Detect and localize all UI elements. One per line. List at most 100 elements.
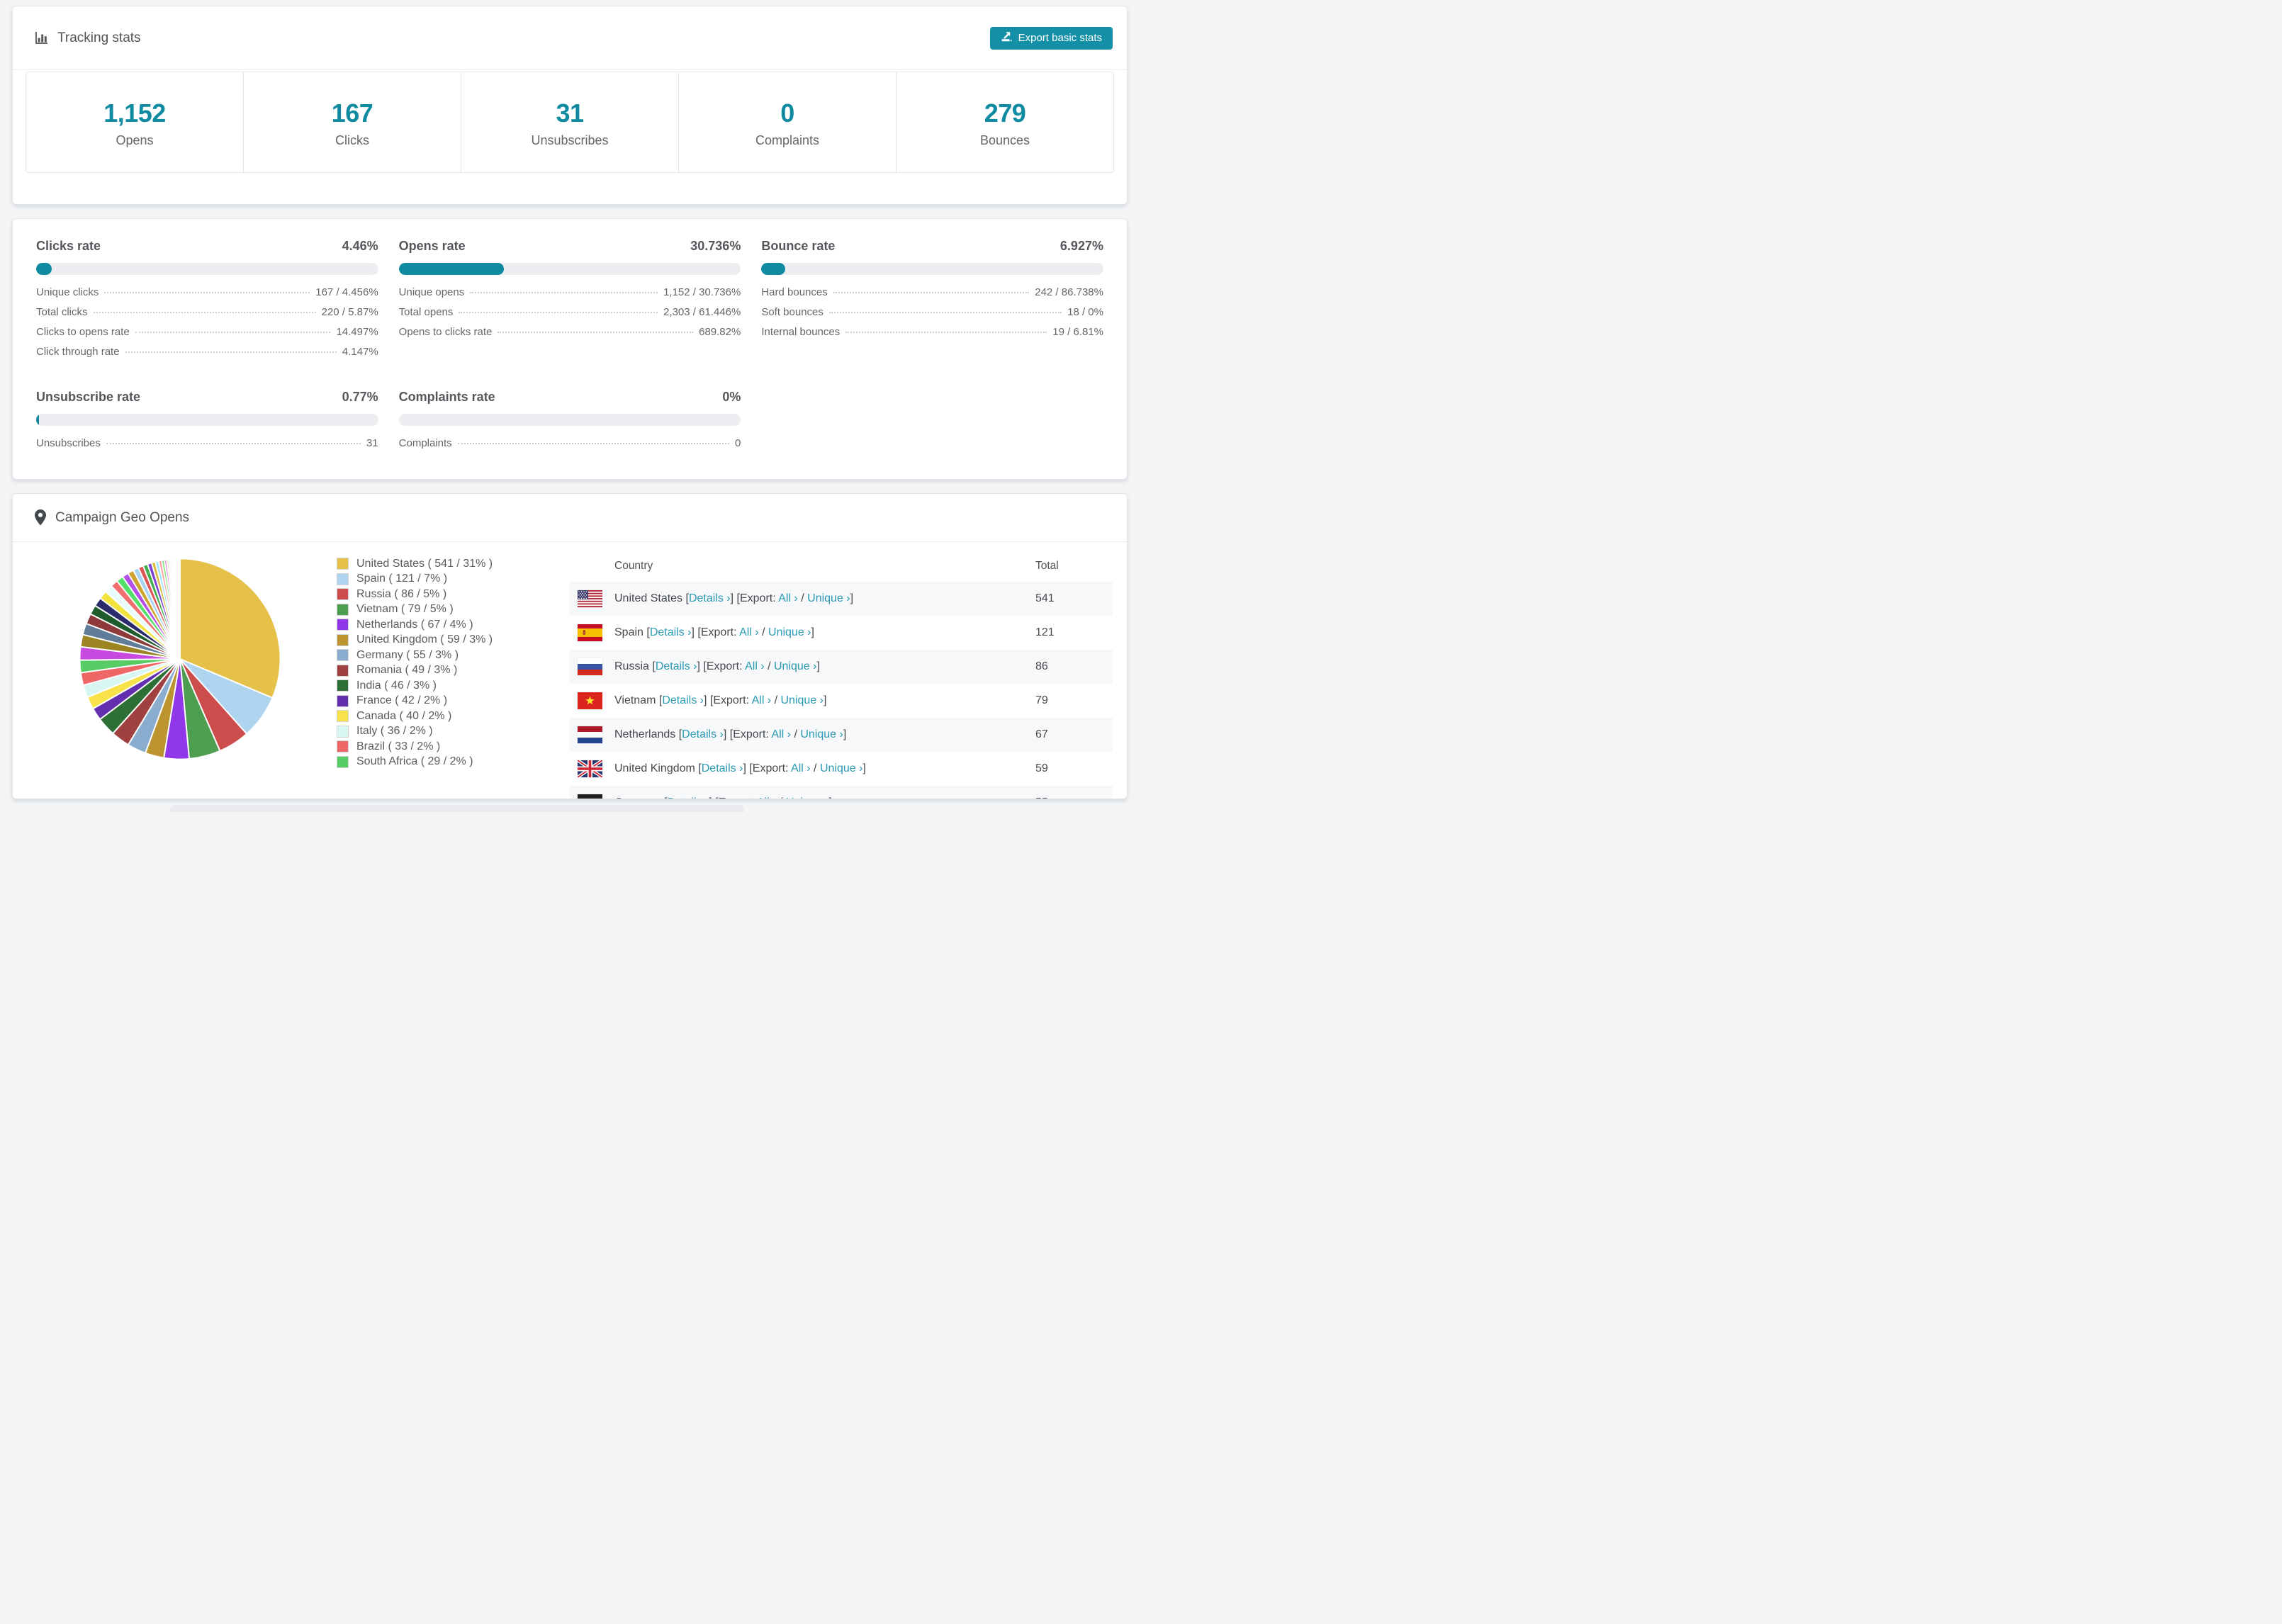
legend-label: United Kingdom ( 59 / 3% ): [356, 633, 493, 646]
rate-detail-total-opens: Total opens 2,303 / 61.446%: [399, 306, 741, 326]
legend-swatch: [337, 710, 349, 723]
export-unique-link[interactable]: Unique ›: [820, 762, 862, 774]
legend-label: India ( 46 / 3% ): [356, 679, 437, 692]
legend-swatch: [337, 588, 349, 601]
legend-label: Vietnam ( 79 / 5% ): [356, 603, 454, 616]
export-unique-link[interactable]: Unique ›: [781, 694, 824, 706]
export-all-link[interactable]: All ›: [791, 762, 811, 774]
rates-row-1: Clicks rate 4.46% Unique clicks 167 / 4.456…: [36, 239, 1103, 366]
rate-detail-label: Unsubscribes: [36, 437, 101, 449]
rate-detail-value: 2,303 / 61.446%: [663, 306, 741, 318]
dotted-leader: [470, 292, 658, 293]
geo-row-line: United States [Details ›] [Export: All ›…: [614, 592, 854, 604]
legend-label: Russia ( 86 / 5% ): [356, 587, 447, 600]
tracking-stats-page: Tracking stats Export basic stats 1,152 O…: [0, 0, 1141, 812]
country-name: Germany: [614, 796, 664, 799]
summary-stat-complaints: 0 Complaints: [679, 72, 896, 172]
geo-row-line: United Kingdom [Details ›] [Export: All …: [614, 762, 866, 774]
rate-detail-value: 0: [734, 437, 741, 449]
dotted-leader: [104, 292, 310, 293]
export-all-link[interactable]: All ›: [771, 728, 791, 740]
rate-progress-fill: [398, 263, 504, 275]
rate-detail-value: 220 / 5.87%: [321, 306, 378, 318]
rate-title: Clicks rate: [36, 239, 101, 253]
rate-panel-bounce-rate: Bounce rate 6.927% Hard bounces 242 / 86.73…: [761, 239, 1103, 366]
rate-detail-label: Click through rate: [36, 346, 120, 358]
legend-item-brazil: Brazil ( 33 / 2% ): [337, 739, 493, 755]
dotted-leader: [833, 292, 1030, 293]
export-unique-link[interactable]: Unique ›: [774, 660, 816, 672]
legend-item-united-states: United States ( 541 / 31% ): [337, 556, 493, 572]
column-header-country: Country: [614, 560, 653, 572]
country-name: Netherlands: [614, 728, 679, 740]
bottom-scroll-band: [170, 805, 744, 812]
dotted-leader: [93, 312, 316, 313]
geo-card-title: Campaign Geo Opens: [34, 509, 189, 526]
rate-detail-unique-opens: Unique opens 1,152 / 30.736%: [399, 286, 741, 306]
rate-detail-hard-bounces: Hard bounces 242 / 86.738%: [761, 286, 1103, 306]
page-title-label: Tracking stats: [57, 30, 141, 45]
geo-row-germany: Germany [Details ›] [Export: All › / Uni…: [569, 786, 1113, 799]
details-link[interactable]: Details ›: [682, 728, 724, 740]
export-all-link[interactable]: All ›: [745, 660, 765, 672]
country-name: United States: [614, 592, 686, 604]
stat-label: Bounces: [979, 132, 1030, 147]
details-link[interactable]: Details ›: [650, 626, 692, 638]
legend-label: Brazil ( 33 / 2% ): [356, 740, 441, 752]
export-all-link[interactable]: All ›: [757, 796, 777, 799]
rate-detail-value: 242 / 86.738%: [1035, 286, 1103, 298]
rate-progress-bar: [398, 414, 741, 426]
rate-panel-clicks-rate: Clicks rate 4.46% Unique clicks 167 / 4.456…: [36, 239, 378, 366]
legend-item-india: India ( 46 / 3% ): [337, 678, 493, 694]
rate-panel-unsubscribe-rate: Unsubscribe rate 0.77% Unsubscribes 31: [36, 390, 378, 457]
geo-row-line: Germany [Details ›] [Export: All › / Uni…: [614, 796, 1035, 799]
export-all-link[interactable]: All ›: [752, 694, 772, 706]
details-link[interactable]: Details ›: [668, 796, 709, 799]
dotted-leader: [459, 312, 658, 313]
rate-detail-unique-clicks: Unique clicks 167 / 4.456%: [36, 286, 378, 306]
details-link[interactable]: Details ›: [702, 762, 743, 774]
details-link[interactable]: Details ›: [656, 660, 697, 672]
geo-row-total: 55: [1035, 796, 1113, 799]
rate-progress-bar: [36, 414, 378, 426]
campaign-geo-card: Campaign Geo Opens United States ( 541 /…: [12, 493, 1128, 799]
country-name: Russia: [614, 660, 653, 672]
export-all-link[interactable]: All ›: [778, 592, 798, 604]
summary-stat-clicks: 167 Clicks: [244, 72, 461, 172]
rate-detail-unsubscribes: Unsubscribes 31: [36, 437, 378, 457]
geo-opens-pie-chart: [79, 558, 281, 760]
rate-detail-label: Internal bounces: [761, 326, 841, 338]
map-pin-icon: [34, 509, 47, 526]
pie-legend: United States ( 541 / 31% ) Spain ( 121 /…: [337, 556, 493, 769]
rate-detail-value: 31: [366, 437, 378, 449]
details-link[interactable]: Details ›: [689, 592, 731, 604]
legend-item-netherlands: Netherlands ( 67 / 4% ): [337, 617, 493, 633]
stat-value: 279: [984, 98, 1026, 128]
rate-detail-value: 18 / 0%: [1067, 306, 1103, 318]
export-unique-link[interactable]: Unique ›: [800, 728, 843, 740]
dotted-leader: [498, 332, 694, 333]
rate-progress-fill: [36, 414, 39, 426]
stat-value: 1,152: [103, 98, 166, 128]
export-icon: [1001, 30, 1013, 45]
rate-detail-click-through-rate: Click through rate 4.147%: [36, 346, 378, 366]
details-link[interactable]: Details ›: [662, 694, 704, 706]
rate-detail-soft-bounces: Soft bounces 18 / 0%: [761, 306, 1103, 326]
geo-row-united-states: United States [Details ›] [Export: All ›…: [569, 582, 1113, 616]
export-unique-link[interactable]: Unique ›: [768, 626, 811, 638]
export-all-link[interactable]: All ›: [739, 626, 759, 638]
geo-row-line: Vietnam [Details ›] [Export: All › / Uni…: [614, 694, 827, 706]
rates-row-2: Unsubscribe rate 0.77% Unsubscribes 31 Compl…: [36, 390, 1103, 457]
legend-swatch: [337, 573, 349, 585]
dotted-leader: [125, 351, 337, 353]
tracking-card-header: Tracking stats Export basic stats: [13, 6, 1127, 70]
export-unique-link[interactable]: Unique ›: [786, 796, 828, 799]
geo-content: United States ( 541 / 31% ) Spain ( 121 /…: [13, 542, 1127, 799]
export-unique-link[interactable]: Unique ›: [807, 592, 850, 604]
rate-panel-complaints-rate: Complaints rate 0% Complaints 0: [398, 390, 741, 457]
rate-panel-opens-rate: Opens rate 30.736% Unique opens 1,152 / 30.…: [398, 239, 741, 366]
export-basic-stats-button[interactable]: Export basic stats: [989, 26, 1113, 50]
rate-detail-total-clicks: Total clicks 220 / 5.87%: [36, 306, 378, 326]
legend-label: Netherlands ( 67 / 4% ): [356, 618, 473, 631]
rate-value: 4.46%: [342, 239, 378, 253]
